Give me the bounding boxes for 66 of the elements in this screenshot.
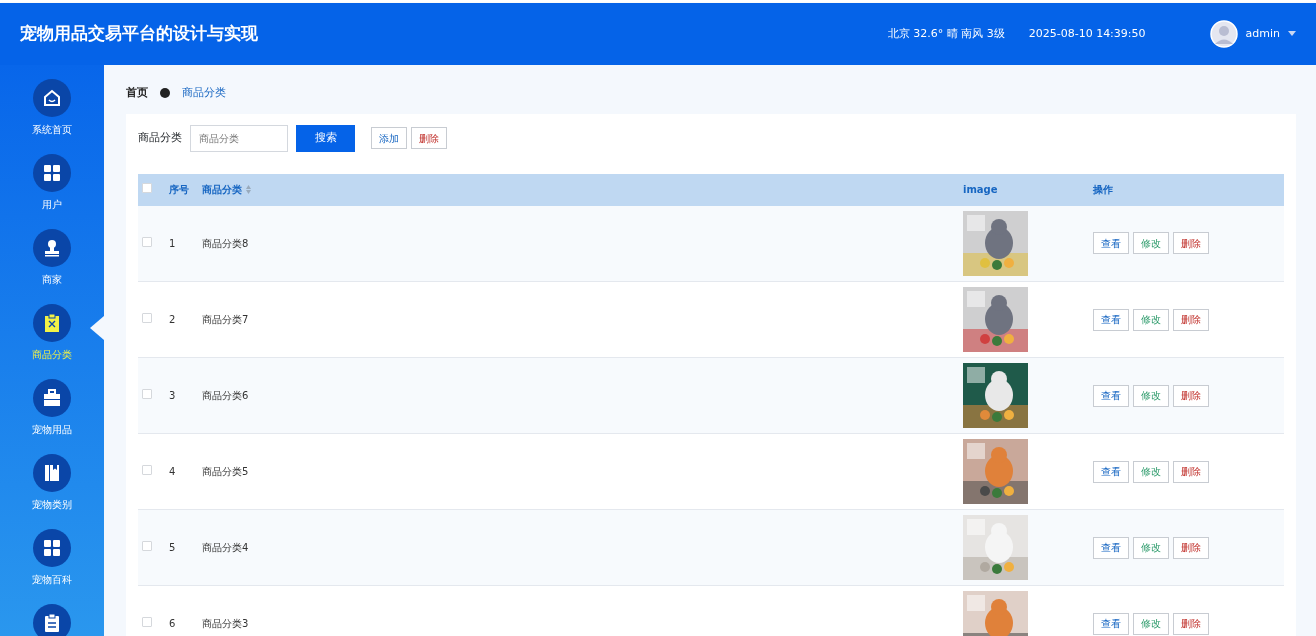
breadcrumb-separator [160, 88, 170, 99]
column-header[interactable]: 操作 [1093, 184, 1113, 195]
column-header[interactable]: 商品分类 [202, 182, 242, 197]
caret-icon [1288, 31, 1296, 37]
username: admin [1245, 25, 1280, 42]
row-number: 3 [169, 390, 176, 401]
delete-button[interactable]: 删除 [1173, 612, 1209, 635]
search-field[interactable]: 商品分类 [190, 124, 288, 152]
briefcase-icon [41, 387, 63, 409]
view-button[interactable]: 查看 [1093, 536, 1129, 559]
row-number: 6 [169, 618, 176, 629]
grid-icon [41, 537, 63, 559]
category-name: 商品分类8 [202, 237, 249, 249]
sidebar-item[interactable]: 用户 [0, 154, 104, 229]
checkbox[interactable] [142, 183, 152, 193]
category-name: 商品分类7 [202, 314, 249, 325]
view-button[interactable]: 查看 [1093, 460, 1129, 483]
category-name: 商品分类3 [202, 618, 249, 629]
category-name: 商品分类4 [202, 542, 249, 553]
delete-button[interactable]: 删除 [1173, 384, 1209, 407]
home-icon [41, 87, 63, 109]
row-number: 5 [169, 542, 176, 553]
sidebar-item[interactable]: 宠物用品 [0, 379, 104, 454]
search-button[interactable]: 搜索 [296, 124, 355, 152]
row-number: 2 [169, 314, 176, 325]
column-header[interactable]: image [963, 184, 998, 195]
view-button[interactable]: 查看 [1093, 308, 1129, 331]
checkbox[interactable] [142, 465, 152, 475]
checkbox[interactable] [142, 313, 152, 323]
edit-button[interactable]: 修改 [1133, 308, 1169, 331]
sidebar-item[interactable]: 商家 [0, 229, 104, 304]
checkbox[interactable] [142, 617, 152, 627]
weather-text: 北京 32.6° 晴 南风 3级 [887, 25, 1005, 42]
edit-button[interactable]: 修改 [1133, 536, 1169, 559]
view-button[interactable]: 查看 [1093, 384, 1129, 407]
delete-button[interactable]: 删除 [1173, 232, 1209, 255]
edit-button[interactable]: 修改 [1133, 232, 1169, 255]
checkbox[interactable] [142, 236, 152, 247]
delete-button[interactable]: 删除 [411, 127, 447, 149]
checkbox[interactable] [142, 541, 152, 551]
edit-button[interactable]: 修改 [1133, 460, 1169, 483]
grid-icon [41, 162, 63, 184]
category-name: 商品分类5 [202, 466, 249, 477]
app-title: 宠物用品交易平台的设计与实现 [20, 22, 258, 46]
delete-button[interactable]: 删除 [1173, 308, 1209, 331]
row-number: 4 [169, 466, 176, 477]
view-button[interactable]: 查看 [1093, 612, 1129, 635]
search-label: 商品分类 [138, 129, 182, 146]
edit-button[interactable]: 修改 [1133, 384, 1169, 407]
avatar-icon [1209, 20, 1238, 48]
delete-button[interactable]: 删除 [1173, 460, 1209, 483]
checkbox[interactable] [142, 389, 152, 399]
sidebar-item[interactable]: 系统首页 [0, 79, 104, 154]
breadcrumb-current: 商品分类 [182, 85, 226, 101]
user-menu[interactable]: admin [1209, 20, 1296, 48]
breadcrumb-link[interactable]: 首页 [126, 85, 148, 102]
edit-button[interactable]: 修改 [1133, 612, 1169, 635]
sidebar-item[interactable]: 宠物类别 [0, 454, 104, 529]
sort-icon [246, 185, 251, 194]
sidebar-item[interactable]: 宠物百科 [0, 529, 104, 604]
row-number: 1 [169, 237, 176, 249]
datetime-text: 2025-08-10 14:39:50 [1028, 25, 1146, 42]
view-button[interactable]: 查看 [1093, 232, 1129, 255]
add-button[interactable]: 添加 [371, 127, 407, 149]
category-name: 商品分类6 [202, 390, 249, 401]
delete-button[interactable]: 删除 [1173, 536, 1209, 559]
